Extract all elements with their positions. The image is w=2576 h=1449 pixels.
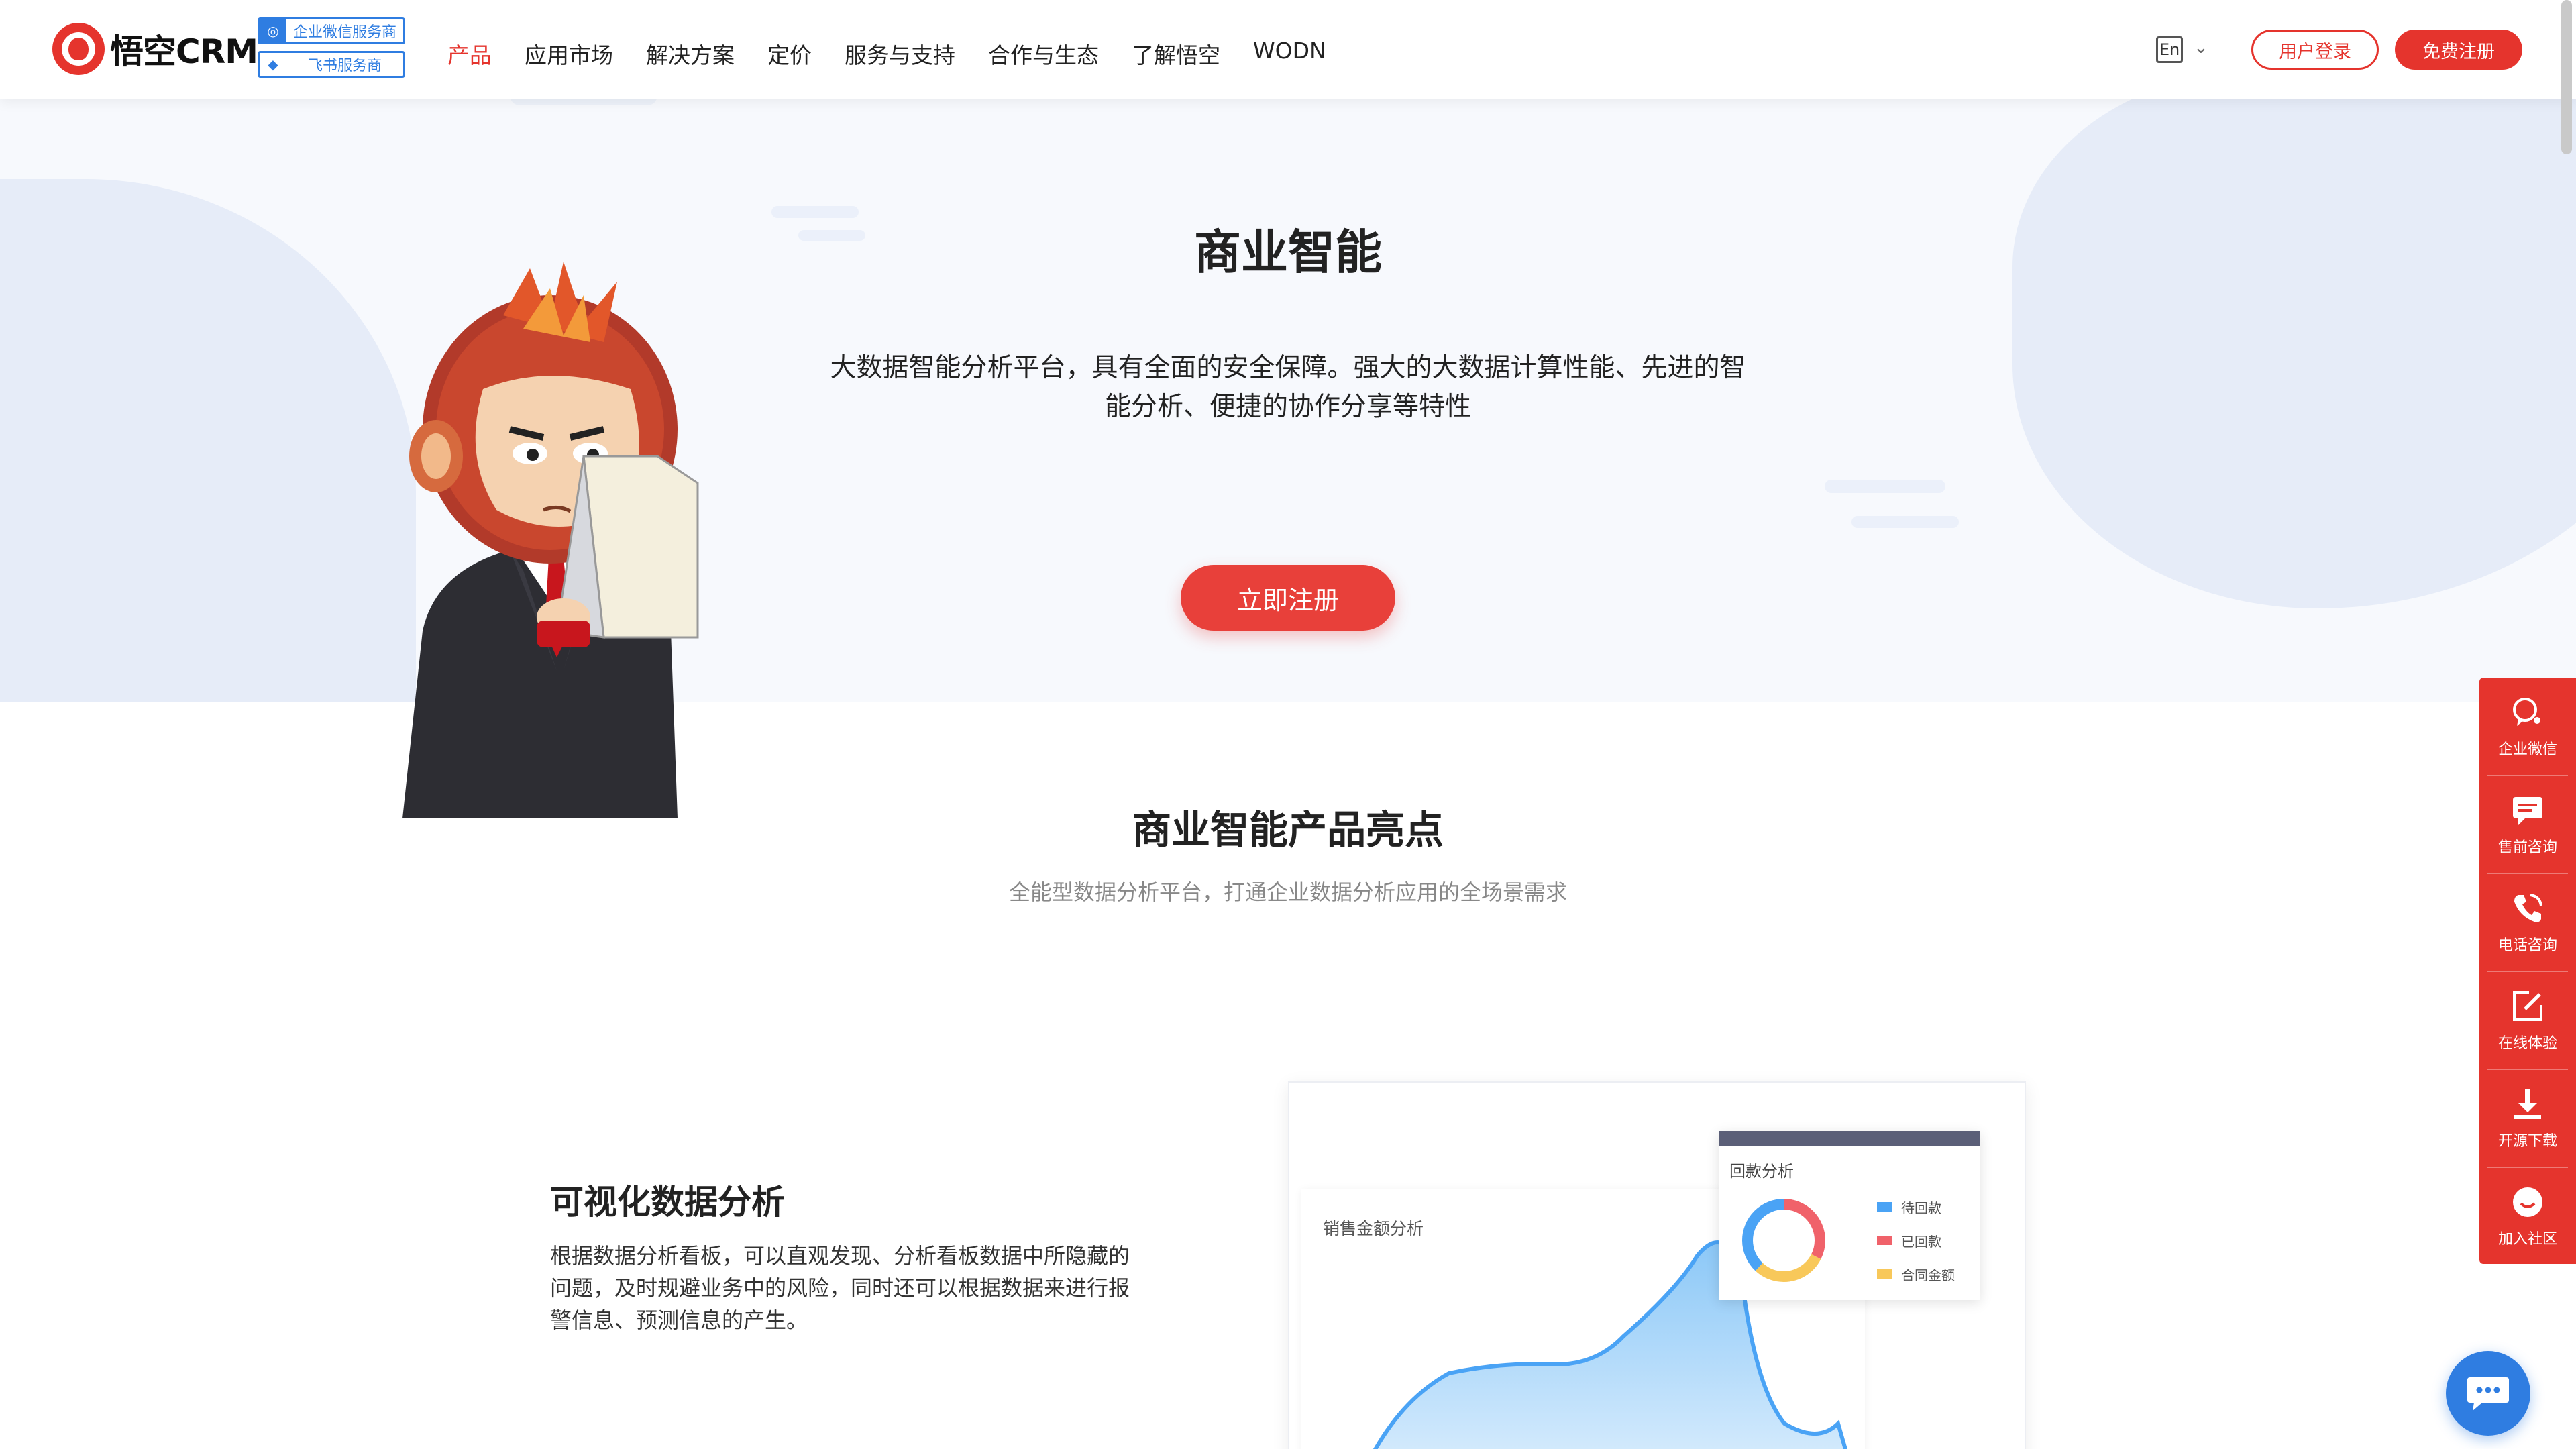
scrollbar-thumb[interactable] (2561, 0, 2572, 154)
sales-chart-title: 销售金额分析 (1323, 1219, 1424, 1238)
hero-description: 大数据智能分析平台，具有全面的安全保障。强大的大数据计算性能、先进的智能分析、便… (830, 353, 1746, 422)
float-item-label: 加入社区 (2498, 1231, 2557, 1248)
register-now-button[interactable]: 立即注册 (1181, 565, 1395, 631)
phone-icon (2508, 889, 2547, 928)
legend-item: 合同金额 (1877, 1257, 1955, 1291)
chevron-down-icon[interactable]: ⌄ (2194, 38, 2208, 58)
payback-analysis-popup: 回款分析 待回款 已回款 合同金额 (1719, 1131, 1980, 1300)
partner-badge-wecom[interactable]: ◎ 企业微信服务商 (258, 17, 405, 44)
wecom-icon: ◎ (260, 19, 286, 42)
nav-item-support[interactable]: 服务与支持 (845, 38, 955, 70)
nav-item-pricing[interactable]: 定价 (767, 38, 812, 70)
float-item-phone[interactable]: 电话咨询 (2479, 873, 2576, 970)
wechat-icon (2508, 693, 2547, 732)
nav-item-solutions[interactable]: 解决方案 (646, 38, 735, 70)
payback-title: 回款分析 (1729, 1162, 1794, 1181)
payback-donut-chart (1742, 1199, 1825, 1282)
legend-label: 待回款 (1901, 1199, 1941, 1216)
chat-bubble-icon (2467, 1377, 2509, 1411)
float-item-trial[interactable]: 在线体验 (2479, 971, 2576, 1068)
background-dash (1851, 516, 1959, 528)
partner-badge-label: 飞书服务商 (307, 58, 382, 74)
login-button[interactable]: 用户登录 (2251, 30, 2379, 70)
legend-swatch (1877, 1202, 1892, 1212)
float-item-label: 企业微信 (2498, 741, 2557, 758)
community-icon (2508, 1183, 2547, 1222)
nav-item-products[interactable]: 产品 (447, 38, 492, 70)
language-switch[interactable]: En (2156, 36, 2183, 63)
top-header: 悟空CRM ◎ 企业微信服务商 ◆ 飞书服务商 产品 应用市场 解决方案 定价 … (0, 0, 2576, 99)
chat-button[interactable] (2446, 1351, 2530, 1436)
nav-item-app-market[interactable]: 应用市场 (525, 38, 613, 70)
payback-legend: 待回款 已回款 合同金额 (1877, 1190, 1955, 1291)
register-button[interactable]: 免费注册 (2395, 30, 2522, 70)
float-item-label: 售前咨询 (2498, 839, 2557, 856)
message-icon (2508, 791, 2547, 830)
nav-item-about[interactable]: 了解悟空 (1132, 38, 1220, 70)
float-item-community[interactable]: 加入社区 (2479, 1167, 2576, 1264)
page: 悟空CRM ◎ 企业微信服务商 ◆ 飞书服务商 产品 应用市场 解决方案 定价 … (0, 0, 2576, 1449)
download-icon (2508, 1085, 2547, 1124)
dashboard-preview-card: 销售金额分析 回款分析 待回款 已回款 合同金额 (1288, 1081, 2026, 1449)
legend-label: 已回款 (1901, 1233, 1941, 1250)
legend-item: 待回款 (1877, 1190, 1955, 1224)
float-item-download[interactable]: 开源下载 (2479, 1069, 2576, 1166)
edit-icon (2508, 987, 2547, 1026)
float-item-wechat[interactable]: 企业微信 (2479, 678, 2576, 774)
partner-badge-label: 企业微信服务商 (292, 24, 396, 41)
float-item-presales[interactable]: 售前咨询 (2479, 775, 2576, 872)
logo-text: 悟空CRM (110, 32, 258, 71)
legend-swatch (1877, 1236, 1892, 1245)
nav-item-wodn[interactable]: WODN (1253, 38, 1326, 70)
legend-label: 合同金额 (1901, 1267, 1955, 1283)
section-subtitle: 全能型数据分析平台，打通企业数据分析应用的全场景需求 (1008, 879, 1567, 905)
section-title: 商业智能产品亮点 (1132, 807, 1444, 853)
partner-badge-feishu[interactable]: ◆ 飞书服务商 (258, 51, 405, 78)
float-item-label: 开源下载 (2498, 1133, 2557, 1150)
monkey-mascot-illustration (402, 262, 699, 818)
feature-title: 可视化数据分析 (550, 1183, 785, 1222)
monkey-logo-icon (52, 23, 105, 75)
feature-description: 根据数据分析看板，可以直观发现、分析看板数据中所隐藏的问题，及时规避业务中的风险… (550, 1243, 1130, 1333)
background-blob (2012, 72, 2576, 608)
legend-swatch (1877, 1269, 1892, 1279)
background-dash (1825, 480, 1945, 493)
legend-item: 已回款 (1877, 1224, 1955, 1257)
popup-header-bar (1719, 1131, 1980, 1146)
main-nav: 产品 应用市场 解决方案 定价 服务与支持 合作与生态 了解悟空 WODN (447, 38, 1359, 70)
contact-float-bar: 企业微信 售前咨询 电话咨询 在线体验 开源下载 加入社区 (2479, 678, 2576, 1264)
feishu-icon: ◆ (260, 53, 286, 76)
nav-item-partners[interactable]: 合作与生态 (988, 38, 1099, 70)
float-item-label: 在线体验 (2498, 1035, 2557, 1052)
float-item-label: 电话咨询 (2498, 937, 2557, 954)
logo[interactable]: 悟空CRM (52, 23, 258, 75)
